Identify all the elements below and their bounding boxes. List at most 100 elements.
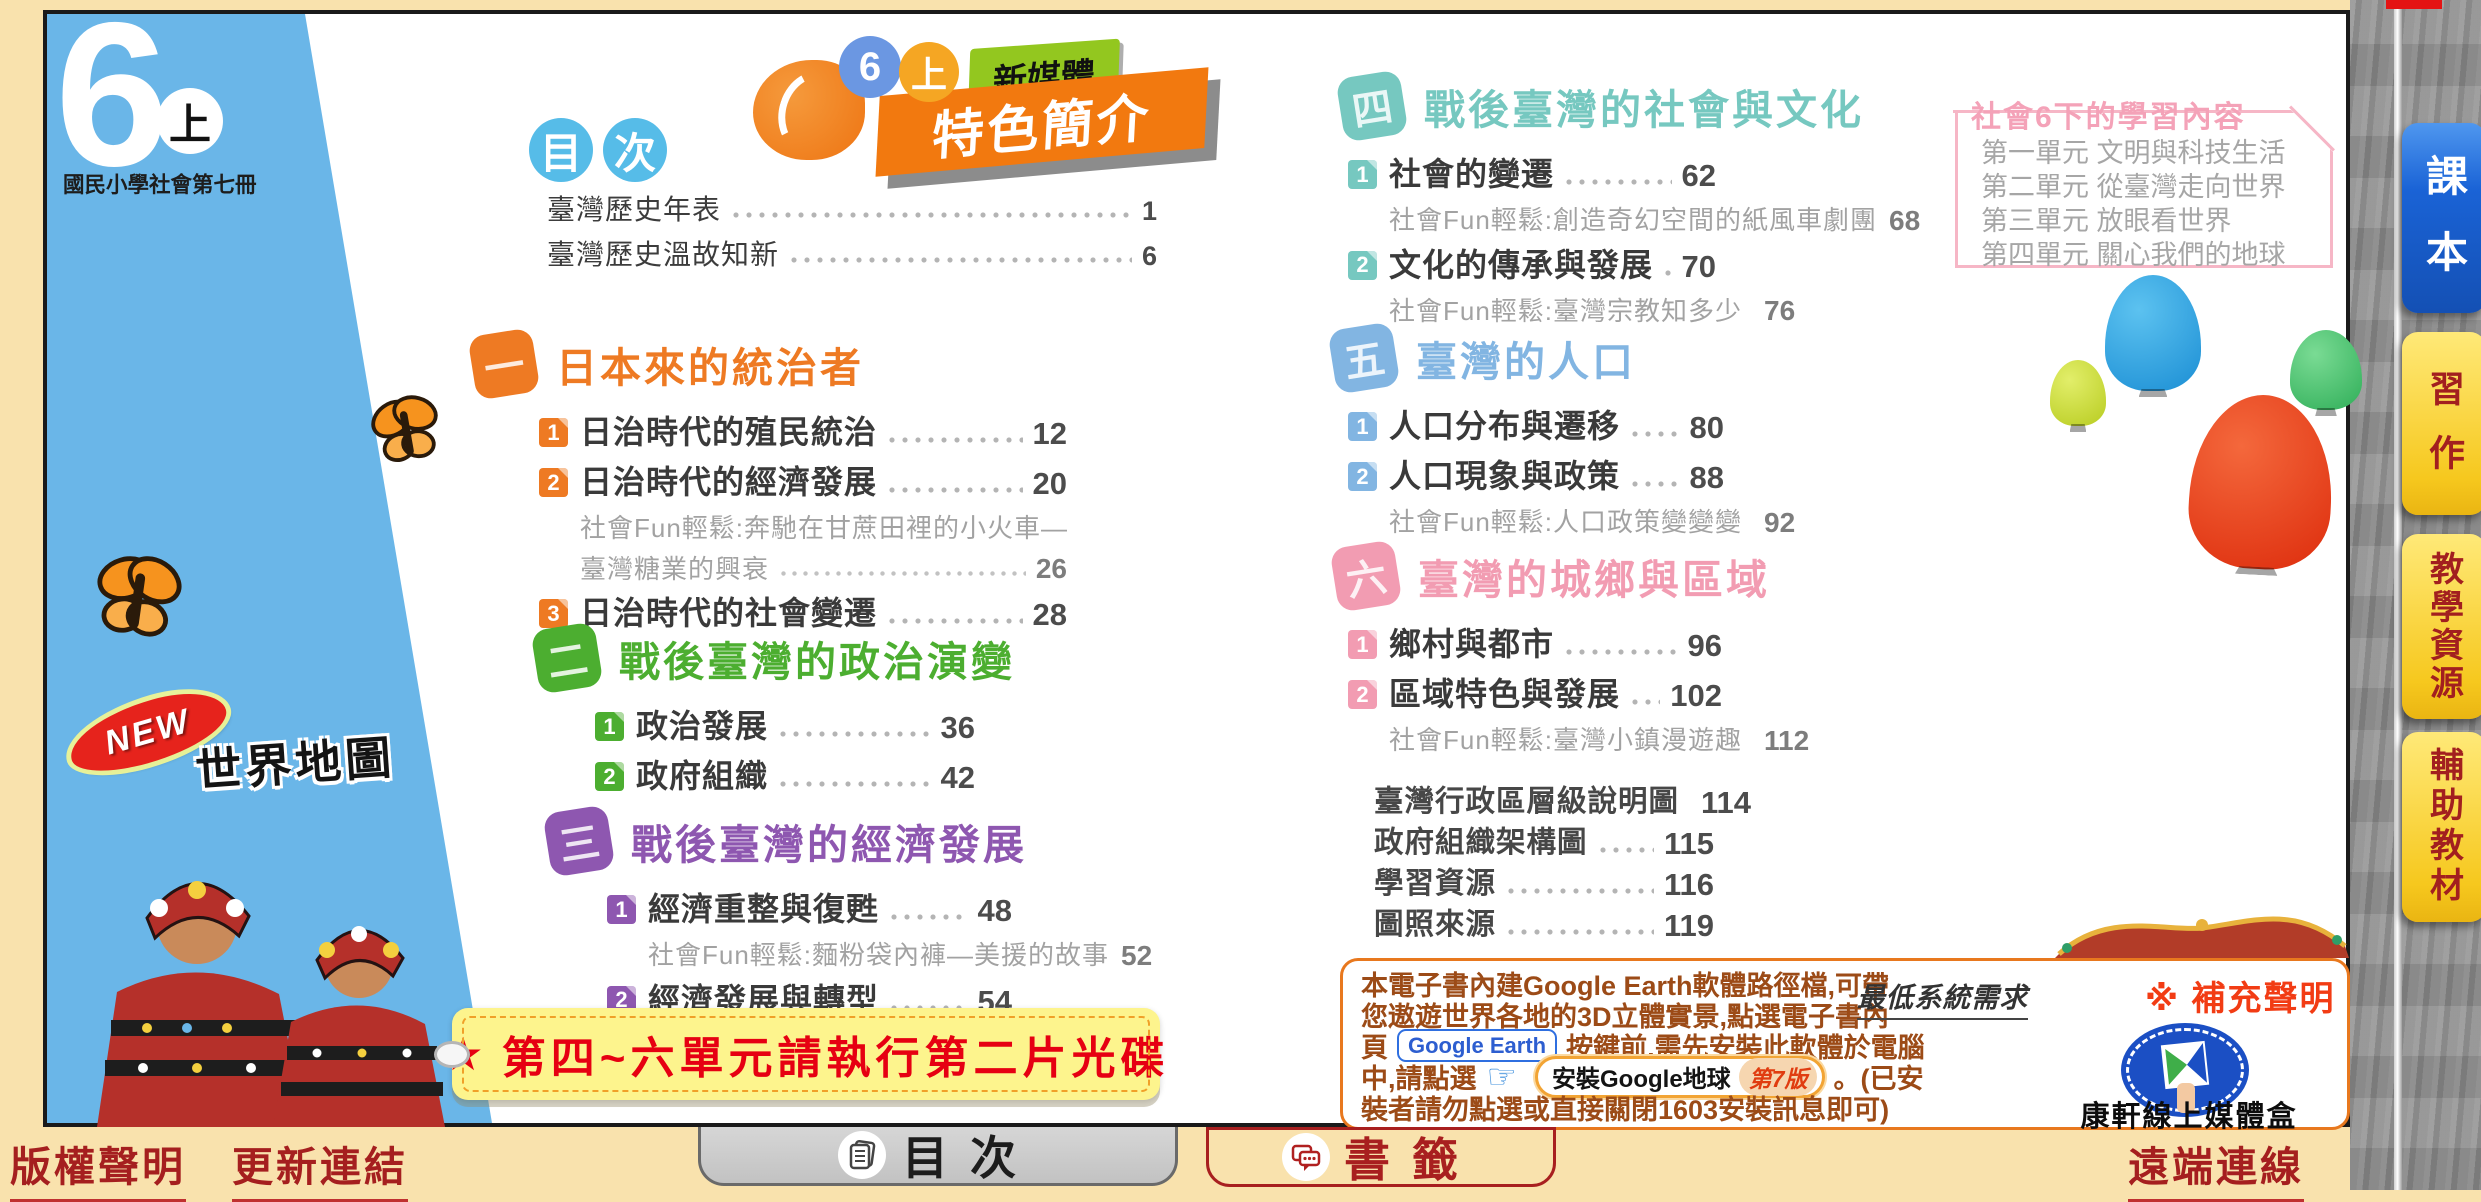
dotted-leader: [1632, 699, 1660, 705]
sky-lantern-red: [2186, 391, 2337, 572]
supplement-statement-link[interactable]: ※ 補充聲明: [2145, 971, 2336, 1020]
entry-number-badge: 2: [1348, 680, 1377, 709]
toc-title-char: 次: [603, 118, 667, 182]
update-link[interactable]: 更新連結: [232, 1133, 408, 1202]
toc-entry[interactable]: 臺灣歷史溫故知新 6: [547, 237, 1157, 272]
toc-subentry[interactable]: 社會Fun輕鬆:奔馳在甘蔗田裡的小火車—: [580, 512, 1067, 545]
entry-label: 文化的傳承與發展: [1389, 245, 1653, 285]
bookmark-tab[interactable]: 書籤: [1206, 1127, 1556, 1187]
entry-label: 社會Fun輕鬆:創造奇幻空間的紙風車劇團: [1389, 204, 1877, 237]
entry-label: 政府組織: [636, 756, 768, 796]
chapter-1: 一 日本來的統治者 1 日治時代的殖民統治 12 2 日治時代的經濟發展 20 …: [472, 332, 1067, 643]
next-volume-title: 社會6下的學習內容: [1971, 92, 2246, 136]
toc-subentry[interactable]: 社會Fun輕鬆:臺灣小鎮漫遊趣 112: [1389, 724, 1722, 757]
chapter-heading[interactable]: 二 戰後臺灣的政治演變: [535, 626, 1015, 690]
toc-subentry[interactable]: 社會Fun輕鬆:人口政策變變變 92: [1389, 506, 1724, 539]
entry-number-badge: 3: [539, 599, 568, 628]
dotted-leader: [1665, 270, 1672, 276]
side-tab-teaching-resources[interactable]: 教學資源: [2402, 534, 2481, 719]
chapter-2: 二 戰後臺灣的政治演變 1 政治發展 36 2 政府組織 42: [535, 626, 1015, 806]
entry-label: 社會Fun輕鬆:麵粉袋內褲—美援的故事: [648, 939, 1109, 972]
entry-number-badge: 1: [595, 712, 624, 741]
chapter-heading[interactable]: 三 戰後臺灣的經濟發展: [547, 809, 1027, 873]
chapter-4: 四 戰後臺灣的社會與文化 1 社會的變遷 62 社會Fun輕鬆:創造奇幻空間的紙…: [1340, 74, 1864, 335]
toc-entry[interactable]: 1 人口分布與遷移 80: [1348, 406, 1724, 446]
entry-label: 社會Fun輕鬆:人口政策變變變: [1389, 506, 1742, 539]
entry-number-badge: 2: [539, 468, 568, 497]
entry-label: 社會Fun輕鬆:臺灣宗教知多少: [1389, 295, 1742, 328]
entry-label: 日治時代的經濟發展: [580, 462, 877, 502]
side-tab-supplementary[interactable]: 輔助教材: [2402, 732, 2481, 922]
entry-number-badge: 1: [1348, 412, 1377, 441]
next-volume-box: 社會6下的學習內容 第一單元 文明與科技生活 第二單元 從臺灣走向世界 第三單元…: [1955, 88, 2333, 268]
next-volume-unit: 第四單元 關心我們的地球: [1981, 238, 2286, 272]
toc-entry[interactable]: 1 社會的變遷 62: [1348, 154, 1716, 194]
note-line: 裝者請勿點選或直接關閉1603安裝訊息即可): [1361, 1092, 1925, 1123]
entry-page: 52: [1121, 940, 1152, 972]
disc-note-text: 第四~六單元請執行第二片光碟: [502, 1022, 1170, 1086]
entry-label: 政治發展: [636, 706, 768, 746]
toc-subentry[interactable]: 社會Fun輕鬆:創造奇幻空間的紙風車劇團 68: [1389, 204, 1716, 237]
toc-subentry[interactable]: 臺灣糖業的興衰 26: [580, 553, 1067, 586]
system-requirements-link[interactable]: 最低系統需求: [1857, 975, 2028, 1020]
entry-number-badge: 2: [595, 762, 624, 791]
remote-connection-link[interactable]: 遠端連線: [2128, 1133, 2304, 1202]
toc-entry[interactable]: 1 鄉村與都市 96: [1348, 624, 1722, 664]
dotted-leader: [1632, 431, 1680, 437]
toc-entry[interactable]: 2 政府組織 42: [595, 756, 975, 796]
dotted-leader: [1508, 929, 1654, 935]
side-tab-workbook[interactable]: 習作: [2402, 332, 2481, 515]
dotted-leader: [733, 212, 1132, 218]
toc-entry[interactable]: 2 區域特色與發展 102: [1348, 674, 1722, 714]
dotted-leader: [1566, 649, 1678, 655]
entry-page: 115: [1664, 826, 1714, 862]
toc-entry[interactable]: 1 經濟重整與復甦 48: [607, 889, 1012, 929]
temple-roof-image: [2055, 898, 2349, 958]
chapter-heading[interactable]: 四 戰後臺灣的社會與文化: [1340, 74, 1864, 138]
disc-note-banner: ★ 第四~六單元請執行第二片光碟: [452, 1008, 1160, 1100]
chapter-heading[interactable]: 一 日本來的統治者: [472, 332, 1067, 396]
entry-number-badge: 1: [1348, 160, 1377, 189]
side-tab-textbook[interactable]: 課本: [2402, 123, 2481, 313]
google-earth-note-box: 本電子書內建Google Earth軟體路徑檔,可帶 您遨遊世界各地的3D立體實…: [1340, 958, 2350, 1130]
entry-label: 社會Fun輕鬆:奔馳在甘蔗田裡的小火車—: [580, 512, 1068, 545]
toc-entry[interactable]: 2 文化的傳承與發展 70: [1348, 245, 1716, 285]
chapter-title: 臺灣的城鄉與區域: [1418, 546, 1770, 606]
toc-entry[interactable]: 2 日治時代的經濟發展 20: [539, 462, 1067, 502]
toc-entry[interactable]: 臺灣歷史年表 1: [547, 192, 1157, 227]
entry-page: 1: [1142, 196, 1157, 227]
entry-label: 臺灣歷史溫故知新: [547, 237, 779, 272]
toc-entry[interactable]: 圖照來源 119: [1374, 907, 1714, 944]
chapter-6: 六 臺灣的城鄉與區域 1 鄉村與都市 96 2 區域特色與發展 102 社會Fu…: [1334, 544, 1770, 765]
entry-label: 經濟重整與復甦: [648, 889, 879, 929]
copyright-link[interactable]: 版權聲明: [10, 1133, 186, 1202]
next-volume-unit: 第一單元 文明與科技生活: [1981, 136, 2286, 170]
toc-entry[interactable]: 臺灣行政區層級說明圖 114: [1374, 784, 1714, 821]
toc-entry[interactable]: 學習資源 116: [1374, 866, 1714, 903]
dotted-leader: [891, 914, 968, 920]
toc-entry[interactable]: 1 政治發展 36: [595, 706, 975, 746]
toc-entry[interactable]: 1 日治時代的殖民統治 12: [539, 412, 1067, 452]
ebook-viewer: { "cover": { "grade": "6", "semester": "…: [0, 0, 2481, 1190]
entry-page: 6: [1142, 241, 1157, 272]
entry-page: 76: [1764, 295, 1795, 327]
world-map-label[interactable]: 世界地圖: [193, 721, 397, 801]
entry-label: 政府組織架構圖: [1374, 825, 1588, 862]
chapter-title: 戰後臺灣的經濟發展: [631, 811, 1027, 871]
toc-entry[interactable]: 2 人口現象與政策 88: [1348, 456, 1724, 496]
chapter-heading[interactable]: 六 臺灣的城鄉與區域: [1334, 544, 1770, 608]
chapter-numeral-badge: 六: [1329, 539, 1402, 612]
toc-subentry[interactable]: 社會Fun輕鬆:麵粉袋內褲—美援的故事 52: [648, 939, 1012, 972]
entry-number-badge: 2: [1348, 462, 1377, 491]
feature-intro-badge[interactable]: 新媒體 6 上 特色簡介: [747, 30, 1247, 170]
chapter-heading[interactable]: 五 臺灣的人口: [1332, 326, 1724, 390]
toc-entry[interactable]: 政府組織架構圖 115: [1374, 825, 1714, 862]
toc-tab[interactable]: 目次: [698, 1127, 1178, 1186]
appendix-list: 臺灣行政區層級說明圖 114 政府組織架構圖 115 學習資源 116 圖照來源…: [1374, 784, 1714, 948]
butterfly-icon: [351, 378, 462, 489]
toc-subentry[interactable]: 社會Fun輕鬆:臺灣宗教知多少 76: [1389, 295, 1716, 328]
dotted-leader: [889, 618, 1023, 624]
entry-number-badge: 1: [539, 418, 568, 447]
toc-title: 目 次: [529, 118, 667, 182]
entry-page: 88: [1690, 460, 1724, 496]
